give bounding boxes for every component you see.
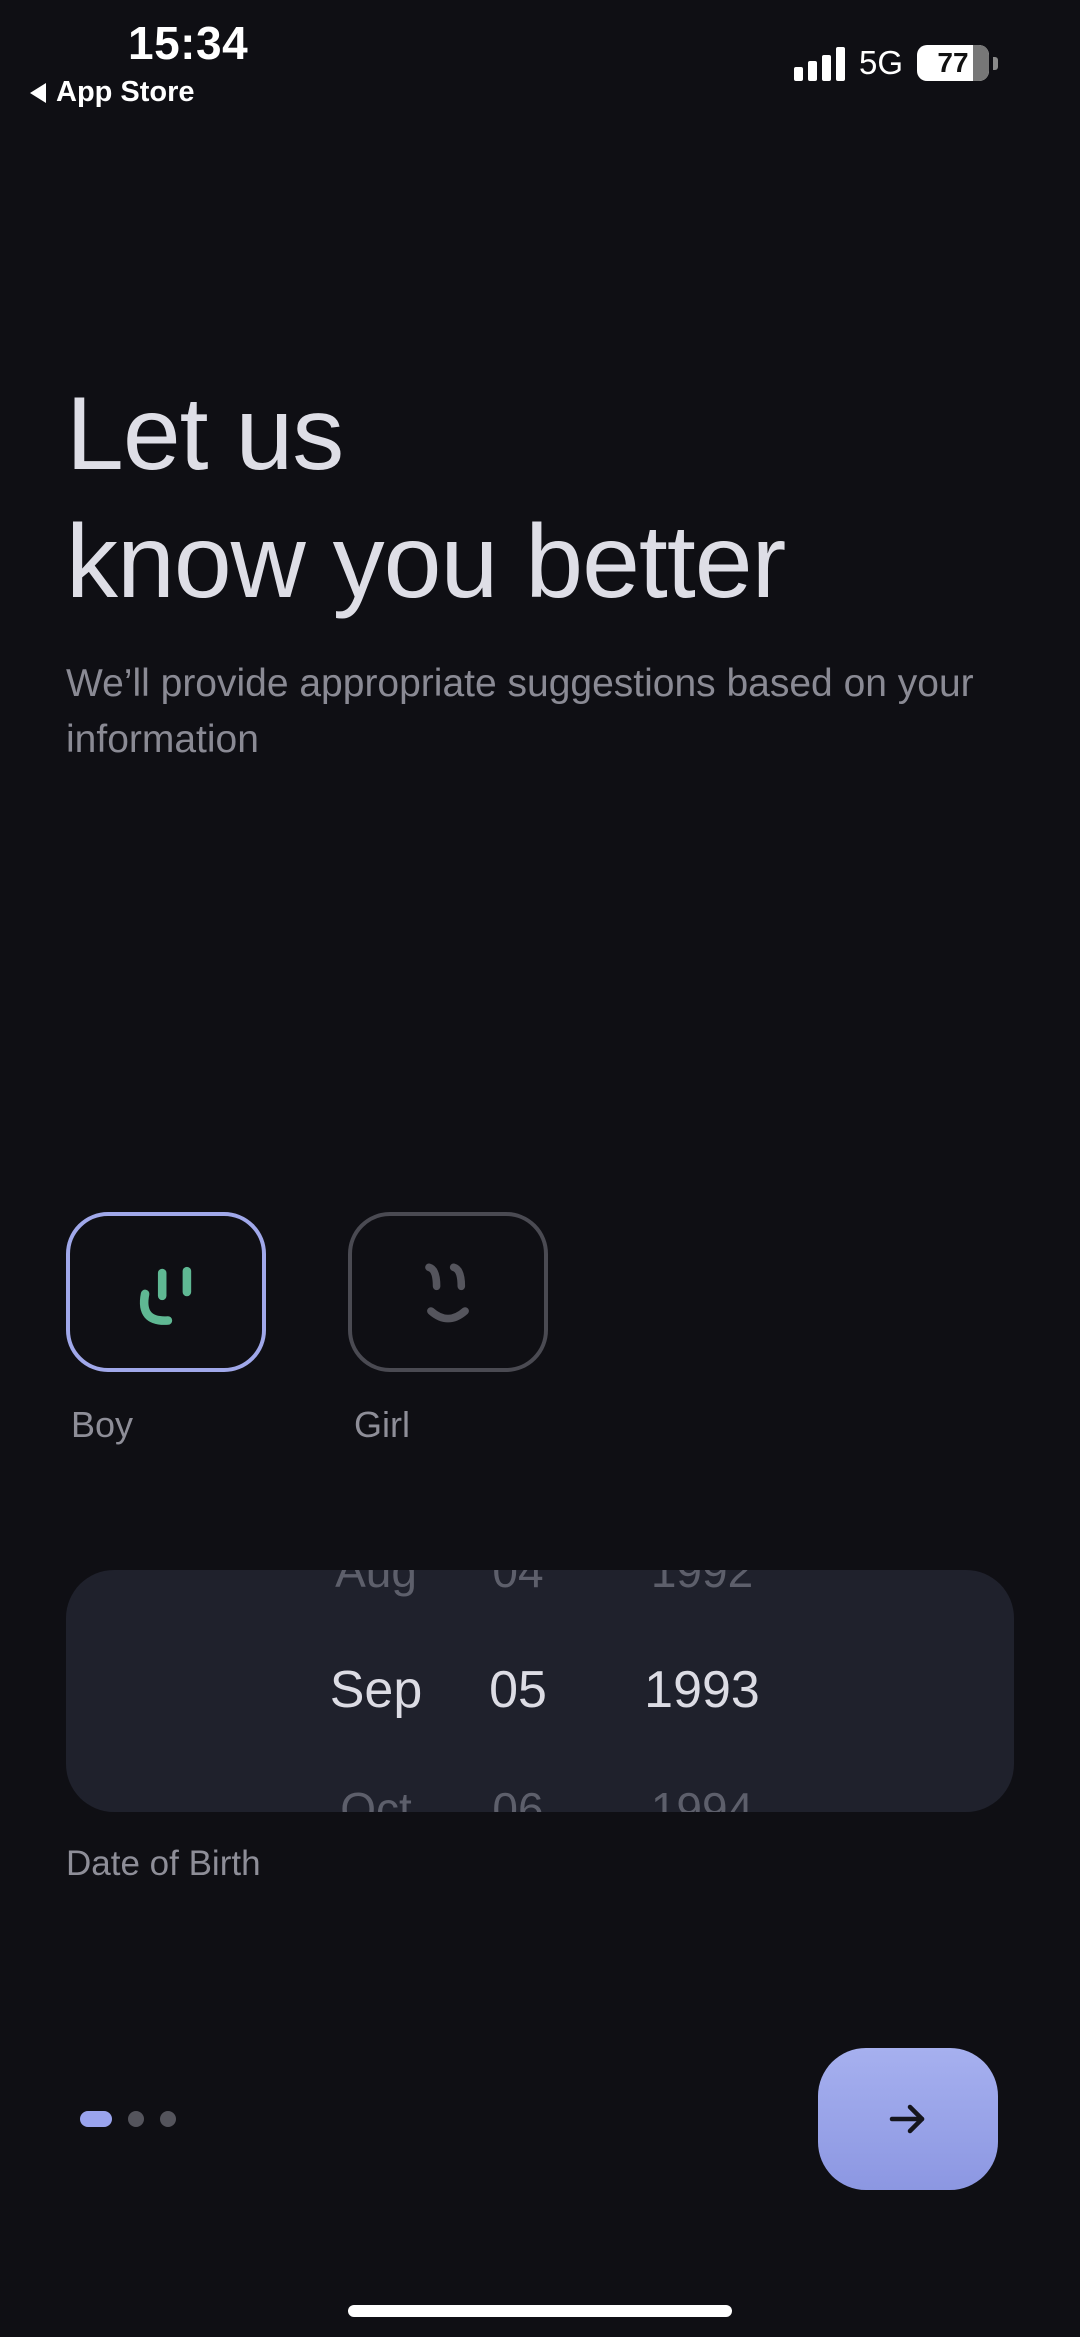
gender-label-girl: Girl: [354, 1404, 410, 1445]
battery-level: 77: [937, 47, 969, 78]
page-subtitle: We’ll provide appropriate suggestions ba…: [66, 662, 974, 761]
month-prev[interactable]: Aug: [306, 1570, 446, 1598]
year-selected[interactable]: 1993: [622, 1660, 782, 1720]
month-next[interactable]: Oct: [306, 1782, 446, 1812]
status-time: 15:34: [128, 17, 249, 69]
day-next[interactable]: 06: [458, 1782, 578, 1812]
day-wheel[interactable]: 04 05 06: [458, 1570, 578, 1812]
back-app-label: App Store: [56, 76, 195, 108]
month-wheel[interactable]: Aug Sep Oct: [306, 1570, 446, 1812]
date-of-birth-picker[interactable]: Aug Sep Oct 04 05 06 1992 1993 1994: [66, 1570, 1014, 1812]
date-of-birth-label: Date of Birth: [66, 1844, 261, 1883]
year-wheel[interactable]: 1992 1993 1994: [622, 1570, 782, 1812]
signal-bars-icon: [793, 45, 845, 81]
smiley-face-icon: [425, 1263, 469, 1323]
year-next[interactable]: 1994: [622, 1782, 782, 1812]
page-title: Let us know you better: [66, 370, 786, 626]
title-line-2: know you better: [66, 504, 786, 620]
day-prev[interactable]: 04: [458, 1570, 578, 1598]
page-dot-1: [80, 2111, 112, 2127]
month-selected[interactable]: Sep: [306, 1660, 446, 1720]
status-indicators: 5G 77: [793, 44, 998, 82]
battery-icon: 77: [917, 45, 989, 81]
gender-label-boy: Boy: [71, 1404, 134, 1445]
page-dot-2: [128, 2111, 144, 2127]
gender-option-boy[interactable]: [66, 1212, 266, 1372]
page-indicator: [80, 2111, 176, 2127]
page-dot-3: [160, 2111, 176, 2127]
back-triangle-icon: [30, 82, 46, 103]
home-indicator[interactable]: [348, 2305, 732, 2317]
day-selected[interactable]: 05: [458, 1660, 578, 1720]
battery-cap: [993, 56, 998, 70]
arrow-right-icon: [889, 2104, 925, 2134]
year-prev[interactable]: 1992: [622, 1570, 782, 1598]
back-to-app-link[interactable]: App Store: [30, 76, 195, 109]
smiley-face-icon: [139, 1266, 192, 1325]
network-type: 5G: [858, 44, 903, 81]
title-line-1: Let us: [66, 376, 344, 492]
onboarding-screen: 15:34 App Store 5G 77 Let us know you be…: [0, 0, 1080, 2337]
gender-option-girl[interactable]: [348, 1212, 548, 1372]
next-button[interactable]: [818, 2048, 998, 2190]
